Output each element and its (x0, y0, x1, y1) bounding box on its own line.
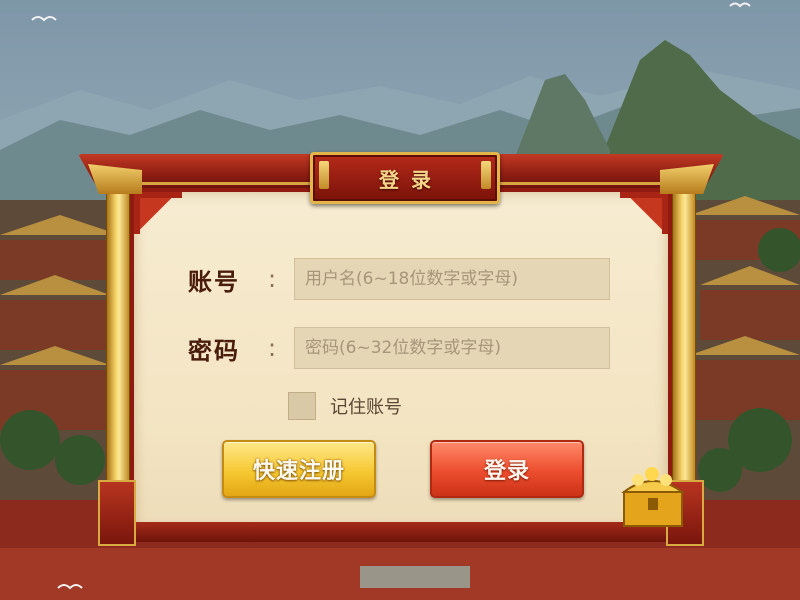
base-post-left (98, 480, 136, 546)
title-plaque: 登录 (310, 152, 500, 204)
account-row: 账号 : (188, 258, 610, 300)
corner-ornament-right (620, 192, 668, 234)
quick-register-button[interactable]: 快速注册 (222, 440, 376, 498)
dialog-title: 登录 (379, 168, 443, 192)
treasure-chest-icon (618, 466, 688, 528)
password-row: 密码 : (188, 327, 610, 369)
password-colon: : (268, 334, 277, 362)
frame-base (98, 522, 704, 542)
remember-account[interactable]: 记住账号 (288, 392, 402, 420)
account-label: 账号 (188, 266, 240, 296)
account-colon: : (268, 265, 277, 293)
login-button[interactable]: 登录 (430, 440, 584, 498)
login-dialog: 登录 账号 : 密码 : 记住账号 快速注册 登录 (78, 150, 724, 550)
password-input[interactable] (294, 327, 610, 369)
password-label: 密码 (188, 335, 240, 365)
pillar-left (106, 186, 130, 524)
corner-ornament-left (134, 192, 182, 234)
remember-label: 记住账号 (330, 397, 402, 418)
checkbox-icon[interactable] (288, 392, 316, 420)
account-input[interactable] (294, 258, 610, 300)
